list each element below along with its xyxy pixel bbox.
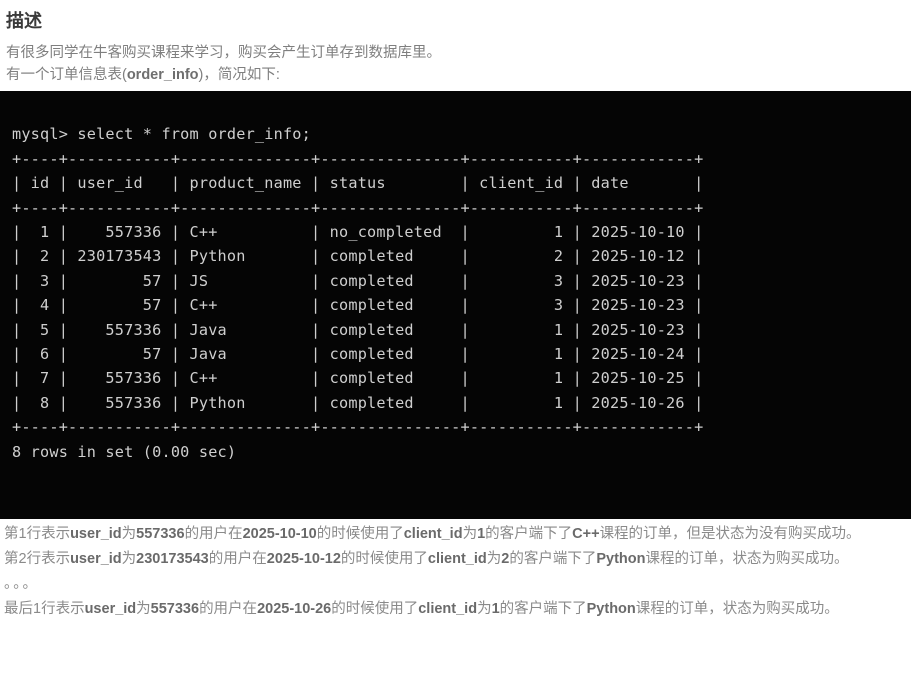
note1-bold3: 2025-10-10	[242, 525, 317, 542]
terminal-header-row: | id | user_id | product_name | status |…	[12, 174, 704, 193]
intro-paragraphs: 有很多同学在牛客购买课程来学习，购买会产生订单存到数据库里。 有一个订单信息表(…	[6, 42, 911, 86]
note1-part2: 为	[121, 525, 137, 542]
note2-part5: 为	[486, 550, 502, 567]
note1-part3: 的用户在	[184, 525, 243, 542]
note-line-3: 最后1行表示user_id为557336的用户在2025-10-26的时候使用了…	[4, 597, 911, 622]
note-line-2: 第2行表示user_id为230173543的用户在2025-10-12的时候使…	[4, 547, 911, 572]
note3-bold1: user_id	[84, 600, 137, 617]
intro-line-2-prefix: 有一个订单信息表(	[6, 67, 127, 83]
note2-part3: 的用户在	[208, 550, 267, 567]
table-row: | 8 | 557336 | Python | completed | 1 | …	[12, 393, 704, 412]
note3-part4: 的时候使用了	[331, 600, 419, 617]
intro-line-1: 有很多同学在牛客购买课程来学习，购买会产生订单存到数据库里。	[6, 45, 441, 61]
note2-part7: 课程的订单，状态为购买成功。	[645, 550, 849, 567]
note2-part2: 为	[121, 550, 137, 567]
table-row: | 4 | 57 | C++ | completed | 3 | 2025-10…	[12, 296, 704, 315]
note1-bold5: 1	[477, 525, 486, 542]
note3-bold6: Python	[586, 600, 636, 617]
note3-bold2: 557336	[150, 600, 200, 617]
note3-part3: 的用户在	[199, 600, 258, 617]
explanation-notes: 第1行表示user_id为557336的用户在2025-10-10的时候使用了c…	[4, 522, 911, 622]
terminal-separator-bottom: +----+-----------+--------------+-------…	[12, 418, 704, 437]
mysql-terminal-output: mysql> select * from order_info; +----+--…	[0, 91, 911, 519]
terminal-prompt-line: mysql> select * from order_info;	[12, 125, 311, 144]
note3-bold3: 2025-10-26	[257, 600, 332, 617]
note3-part7: 课程的订单，状态为购买成功。	[635, 600, 839, 617]
table-row: | 6 | 57 | Java | completed | 1 | 2025-1…	[12, 345, 704, 364]
note2-part1: 第2行表示	[4, 550, 71, 567]
note1-bold6: C++	[572, 525, 600, 542]
note2-part6: 的客户端下了	[509, 550, 597, 567]
note3-part1: 最后1行表示	[4, 600, 85, 617]
note2-bold3: 2025-10-12	[266, 550, 341, 567]
note1-part5: 为	[462, 525, 478, 542]
table-row: | 5 | 557336 | Java | completed | 1 | 20…	[12, 320, 704, 339]
note2-bold4: client_id	[427, 550, 487, 567]
note2-bold2: 230173543	[136, 550, 209, 567]
table-row: | 3 | 57 | JS | completed | 3 | 2025-10-…	[12, 271, 704, 290]
table-row: | 2 | 230173543 | Python | completed | 2…	[12, 247, 704, 266]
note1-bold4: client_id	[403, 525, 463, 542]
terminal-separator-mid: +----+-----------+--------------+-------…	[12, 198, 704, 217]
description-page: 描述 有很多同学在牛客购买课程来学习，购买会产生订单存到数据库里。 有一个订单信…	[0, 8, 911, 622]
page-title: 描述	[6, 11, 42, 31]
note2-bold1: user_id	[70, 550, 122, 567]
table-name-code: order_info	[126, 67, 199, 83]
terminal-separator-top: +----+-----------+--------------+-------…	[12, 149, 704, 168]
note2-part4: 的时候使用了	[340, 550, 428, 567]
note1-part4: 的时候使用了	[316, 525, 404, 542]
table-row: | 7 | 557336 | C++ | completed | 1 | 202…	[12, 369, 704, 388]
note3-part2: 为	[136, 600, 151, 617]
intro-line-2-suffix: )，简况如下:	[198, 67, 280, 83]
note3-part5: 为	[477, 600, 492, 617]
table-row: | 1 | 557336 | C++ | no_completed | 1 | …	[12, 223, 704, 242]
intro-line-2: 有一个订单信息表(order_info)，简况如下:	[6, 64, 911, 86]
note1-bold2: 557336	[136, 525, 185, 542]
note1-part6: 的客户端下了	[485, 525, 573, 542]
note1-bold1: user_id	[70, 525, 122, 542]
note3-part6: 的客户端下了	[499, 600, 587, 617]
note1-part7: 课程的订单，但是状态为没有购买成功。	[599, 525, 861, 542]
note3-bold4: client_id	[418, 600, 478, 617]
note-line-1: 第1行表示user_id为557336的用户在2025-10-10的时候使用了c…	[4, 522, 911, 547]
note3-bold5: 1	[491, 600, 500, 617]
note1-part1: 第1行表示	[4, 525, 71, 542]
terminal-row-count: 8 rows in set (0.00 sec)	[12, 442, 237, 461]
ellipsis-line: 。。。	[4, 575, 39, 592]
note2-bold6: Python	[596, 550, 646, 567]
